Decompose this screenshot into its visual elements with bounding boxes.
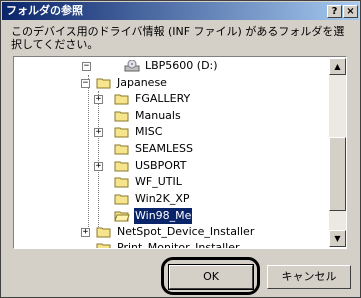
tree-item-label: Japanese [117,76,167,89]
close-button[interactable]: × [343,5,358,18]
cancel-button[interactable]: キャンセル [267,265,351,289]
expand-toggle[interactable]: + [81,228,90,237]
expand-toggle[interactable]: + [94,162,103,171]
vertical-scrollbar[interactable]: ▲ ▼ [329,58,346,247]
folder-icon [114,127,129,138]
folder-icon [114,111,129,122]
ok-highlight-callout [161,257,260,295]
folder-icon [114,161,129,172]
tree-item-label: FGALLERY [135,92,191,105]
folder-open-icon [96,78,111,89]
tree-item-label: Manuals [135,109,181,122]
tree-item-label: LBP5600 (D:) [145,59,218,72]
instruction-text: このデバイス用のドライバ情報 (INF ファイル) があるフォルダを選択してくだ… [11,25,345,51]
folder-icon [114,177,129,188]
help-button[interactable]: ? [327,5,342,18]
tree-item-label: MISC [135,125,163,138]
tree-connector [88,75,89,237]
scroll-thumb[interactable] [329,137,346,211]
folder-open-icon [114,211,130,222]
tree-item-label: Win2K_XP [135,192,190,205]
tree-item-label: Print_Monitor_Installer [117,241,240,249]
cd-drive-icon [124,60,140,72]
expand-toggle[interactable]: + [94,128,103,137]
tree-item-label: USBPORT [135,159,187,172]
collapse-toggle[interactable]: − [82,62,91,71]
tree-item-label: NetSpot_Device_Installer [117,225,255,238]
browse-folder-dialog: フォルダの参照 ? × このデバイス用のドライバ情報 (INF ファイル) があ… [0,0,361,298]
title-bar[interactable]: フォルダの参照 ? × [2,2,359,20]
tree-item-label: WF_UTIL [135,175,182,188]
folder-icon [96,227,111,238]
scroll-down-button[interactable]: ▼ [329,230,346,247]
folder-icon [114,94,129,105]
folder-tree[interactable]: − LBP5600 (D:) − Japanese + FGALLERY Man… [13,56,347,249]
tree-item-label: SEAMLESS [135,142,193,155]
expand-toggle[interactable]: + [94,95,103,104]
dialog-title: フォルダの参照 [6,4,83,17]
tree-item-label: Win98_Me [134,208,193,224]
scroll-up-button[interactable]: ▲ [329,58,346,75]
folder-icon [96,243,111,248]
folder-icon [114,144,129,155]
folder-icon [114,194,129,205]
collapse-toggle[interactable]: − [81,79,90,88]
